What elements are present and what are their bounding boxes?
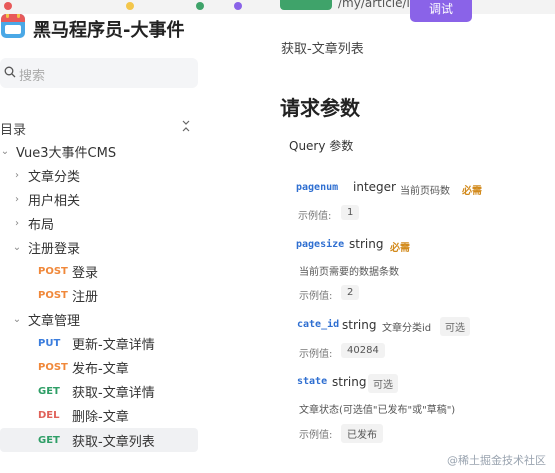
section-title: 请求参数	[280, 96, 360, 120]
page-subtitle: 获取-文章列表	[281, 42, 364, 57]
tree-endpoint-article-detail[interactable]: GET 获取-文章详情	[38, 380, 155, 402]
tree-folder-label: 布局	[28, 217, 55, 233]
example-label: 示例值:	[299, 291, 333, 302]
tree-endpoint-update-article[interactable]: PUT 更新-文章详情	[38, 332, 155, 354]
tab-favicon-icon	[126, 2, 134, 10]
param-desc: 文章分类id	[382, 323, 432, 334]
query-params-title: Query 参数	[289, 139, 354, 153]
tree-folder-auth[interactable]: ⌄ 注册登录	[12, 236, 80, 258]
tree-endpoint-delete-article[interactable]: DEL 删除-文章	[38, 404, 129, 426]
chevron-right-icon: ›	[15, 217, 19, 229]
tree-endpoint-article-list[interactable]: GET 获取-文章列表	[38, 429, 155, 451]
param-name: cate_id	[297, 319, 340, 330]
chevron-right-icon: ›	[15, 169, 19, 181]
param-type: string	[342, 318, 377, 332]
method-pill	[280, 0, 332, 10]
endpoint-label: 发布-文章	[72, 361, 129, 377]
required-badge: 必需	[390, 243, 410, 254]
param-desc: 当前页需要的数据条数	[299, 267, 399, 278]
search-placeholder: 搜索	[19, 69, 46, 84]
method-badge: GET	[38, 385, 60, 397]
try-button[interactable]: 调试	[410, 0, 472, 22]
tree-endpoint-register[interactable]: POST 注册	[38, 284, 98, 306]
method-badge: POST	[38, 265, 68, 277]
tree-folder-user[interactable]: › 用户相关	[12, 188, 80, 210]
search-input[interactable]: 搜索	[0, 58, 198, 88]
param-name: pagesize	[296, 239, 345, 250]
collapse-all-icon[interactable]	[180, 118, 192, 134]
example-label: 示例值:	[299, 349, 333, 360]
method-badge: DEL	[38, 409, 60, 421]
tree-endpoint-login[interactable]: POST 登录	[38, 260, 98, 282]
param-type: string	[332, 375, 367, 389]
required-badge: 必需	[462, 186, 482, 197]
tab-favicon-icon	[234, 2, 242, 10]
endpoint-label: 更新-文章详情	[72, 337, 155, 353]
tree-folder-article-manage[interactable]: ⌄ 文章管理	[12, 308, 80, 330]
brand-title: 黑马程序员-大事件	[33, 20, 185, 41]
example-value: 2	[341, 285, 360, 300]
endpoint-label: 删除-文章	[72, 409, 129, 425]
param-name: pagenum	[296, 182, 339, 193]
tree-folder-label: 用户相关	[28, 193, 81, 209]
method-badge: POST	[38, 289, 68, 301]
toc-header: 目录	[0, 118, 192, 138]
endpoint-label: 登录	[72, 265, 99, 281]
method-badge: POST	[38, 361, 68, 373]
example-label: 示例值:	[298, 211, 332, 222]
method-badge: PUT	[38, 337, 61, 349]
endpoint-label: 注册	[72, 289, 99, 305]
tree-folder-label: 文章分类	[28, 169, 81, 185]
tree-folder-label: 文章管理	[28, 313, 81, 329]
optional-badge: 可选	[440, 317, 470, 336]
method-badge: GET	[38, 434, 60, 446]
param-desc: 文章状态(可选值"已发布"或"草稿")	[299, 405, 456, 416]
endpoint-label: 获取-文章列表	[72, 434, 155, 450]
toc-label: 目录	[0, 123, 27, 138]
chevron-down-icon: ⌄	[12, 241, 22, 253]
tree-project[interactable]: ⌄ Vue3大事件CMS	[0, 140, 116, 162]
example-value: 40284	[341, 343, 385, 358]
param-name: state	[297, 376, 328, 387]
optional-badge: 可选	[368, 374, 398, 393]
watermark: @稀土掘金技术社区	[447, 454, 546, 467]
chevron-right-icon: ›	[15, 193, 19, 205]
param-type: integer	[353, 180, 396, 194]
tree-project-label: Vue3大事件CMS	[16, 145, 117, 161]
tree-folder-layout[interactable]: › 布局	[12, 212, 54, 234]
endpoint-label: 获取-文章详情	[72, 385, 155, 401]
chevron-down-icon: ⌄	[12, 313, 22, 325]
param-type: string	[349, 237, 384, 251]
tree-folder-article-category[interactable]: › 文章分类	[12, 164, 80, 186]
tree-endpoint-publish-article[interactable]: POST 发布-文章	[38, 356, 129, 378]
tree-folder-label: 注册登录	[28, 241, 81, 257]
param-desc: 当前页码数	[400, 186, 450, 197]
tab-favicon-icon	[4, 2, 12, 10]
calendar-logo-icon	[1, 14, 25, 38]
search-icon	[4, 66, 16, 78]
example-label: 示例值:	[299, 430, 333, 441]
tab-favicon-icon	[196, 2, 204, 10]
chevron-down-icon: ⌄	[0, 145, 10, 157]
example-value: 1	[341, 205, 360, 220]
example-value: 已发布	[341, 424, 383, 443]
